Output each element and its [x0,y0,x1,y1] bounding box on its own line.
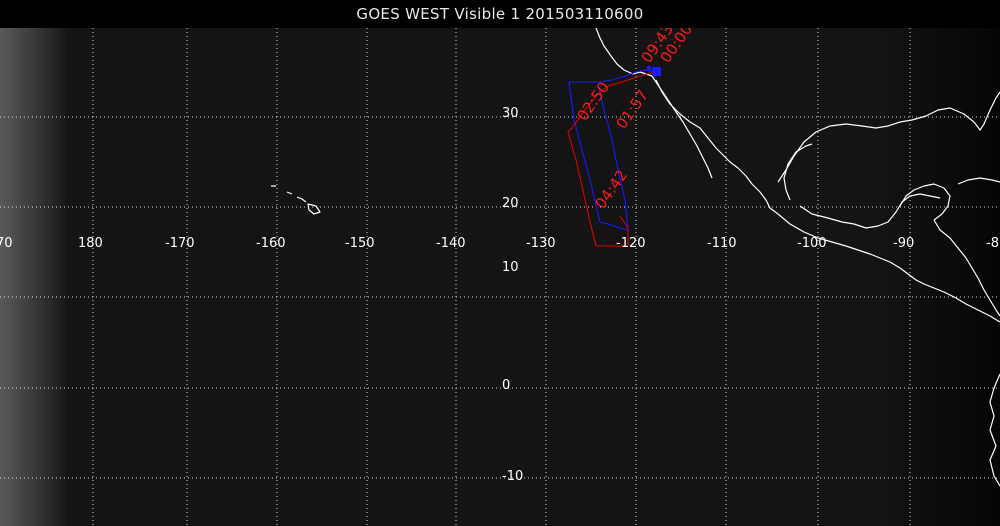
lon-label: -160 [256,236,286,251]
lon-label: -150 [345,236,375,251]
satellite-map: 70 180 -170 -160 -150 -140 -130 -120 -11… [0,28,1000,526]
lon-label: -120 [616,236,646,251]
lat-label: 30 [502,106,519,121]
image-title: GOES WEST Visible 1 201503110600 [356,5,644,23]
earth-disk-background [0,28,1000,526]
lon-label: 180 [78,236,103,251]
title-bar: GOES WEST Visible 1 201503110600 [0,0,1000,28]
blue-endpoint-marker [652,67,661,76]
lon-label: -8 [986,236,999,251]
lon-label: -90 [893,236,914,251]
dark-space-edge [876,28,1000,526]
lon-label: -100 [797,236,827,251]
lat-label: 0 [502,378,510,393]
lat-label: 10 [502,260,519,275]
lat-label: 20 [502,196,519,211]
lat-label: -10 [502,469,523,484]
blue-endpoint-marker [647,66,651,70]
lon-label: -110 [707,236,737,251]
lon-label: -130 [526,236,556,251]
earth-limb-bright [0,28,66,526]
lon-label: -140 [436,236,466,251]
lon-label: 70 [0,236,13,251]
goes-satellite-viewer: GOES WEST Visible 1 201503110600 70 180 … [0,0,1000,526]
lon-label: -170 [165,236,195,251]
